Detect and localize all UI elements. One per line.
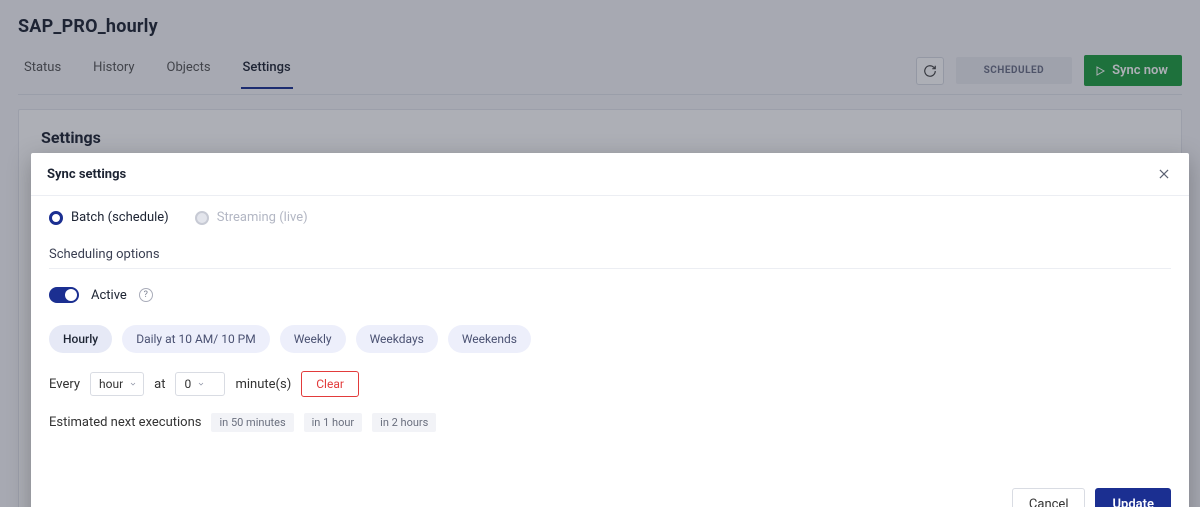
- est-chip: in 2 hours: [372, 413, 436, 432]
- preset-weekly[interactable]: Weekly: [280, 325, 346, 353]
- preset-weekdays[interactable]: Weekdays: [356, 325, 438, 353]
- unit-value: hour: [99, 377, 123, 391]
- active-toggle[interactable]: [49, 287, 79, 303]
- mode-streaming-label: Streaming (live): [217, 210, 308, 225]
- scheduling-options-heading: Scheduling options: [49, 247, 1171, 269]
- at-label: at: [154, 377, 165, 392]
- preset-weekends[interactable]: Weekends: [448, 325, 531, 353]
- close-button[interactable]: [1155, 165, 1173, 183]
- close-icon: [1157, 167, 1171, 181]
- modal-title: Sync settings: [47, 167, 126, 182]
- minutes-suffix: minute(s): [235, 377, 291, 392]
- mode-batch-label: Batch (schedule): [71, 210, 169, 225]
- mode-batch[interactable]: Batch (schedule): [49, 210, 169, 225]
- minute-value: 0: [184, 377, 191, 391]
- cancel-button[interactable]: Cancel: [1012, 488, 1086, 507]
- est-chip: in 50 minutes: [211, 413, 293, 432]
- mode-streaming[interactable]: Streaming (live): [195, 210, 308, 225]
- radio-selected-icon: [49, 211, 63, 225]
- chevron-down-icon: [129, 380, 137, 388]
- help-icon[interactable]: ?: [139, 288, 153, 302]
- update-button[interactable]: Update: [1095, 488, 1171, 507]
- unit-select[interactable]: hour: [90, 372, 144, 396]
- minute-select[interactable]: 0: [175, 372, 225, 396]
- every-label: Every: [49, 377, 80, 392]
- estimated-label: Estimated next executions: [49, 415, 201, 430]
- clear-button[interactable]: Clear: [301, 371, 359, 397]
- chevron-down-icon: [197, 380, 205, 388]
- preset-daily[interactable]: Daily at 10 AM/ 10 PM: [122, 325, 270, 353]
- radio-unselected-icon: [195, 211, 209, 225]
- active-label: Active: [91, 288, 127, 303]
- est-chip: in 1 hour: [304, 413, 363, 432]
- preset-hourly[interactable]: Hourly: [49, 325, 112, 353]
- sync-settings-modal: Sync settings Batch (schedule) Streaming…: [31, 153, 1189, 507]
